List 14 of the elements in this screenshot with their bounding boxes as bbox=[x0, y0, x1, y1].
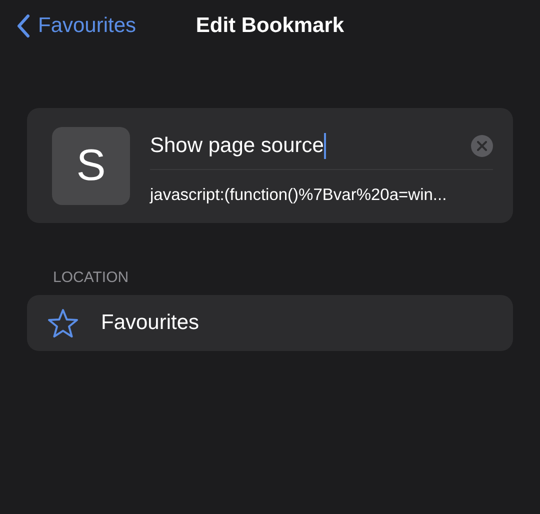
url-field[interactable]: javascript:(function()%7Bvar%20a=win... bbox=[150, 186, 493, 205]
back-button[interactable]: Favourites bbox=[16, 14, 136, 38]
folder-name: Favourites bbox=[101, 311, 200, 335]
title-text: Show page source bbox=[150, 134, 324, 158]
text-cursor bbox=[324, 133, 326, 159]
section-header: LOCATION bbox=[53, 269, 130, 286]
chevron-left-icon bbox=[16, 14, 30, 38]
location-row[interactable]: Favourites bbox=[27, 295, 513, 351]
clear-button[interactable] bbox=[471, 135, 493, 157]
star-icon bbox=[47, 308, 79, 338]
title-field[interactable]: Show page source bbox=[150, 127, 493, 170]
bookmark-icon: S bbox=[52, 127, 130, 205]
close-icon bbox=[477, 141, 487, 151]
page-title: Edit Bookmark bbox=[196, 14, 344, 38]
